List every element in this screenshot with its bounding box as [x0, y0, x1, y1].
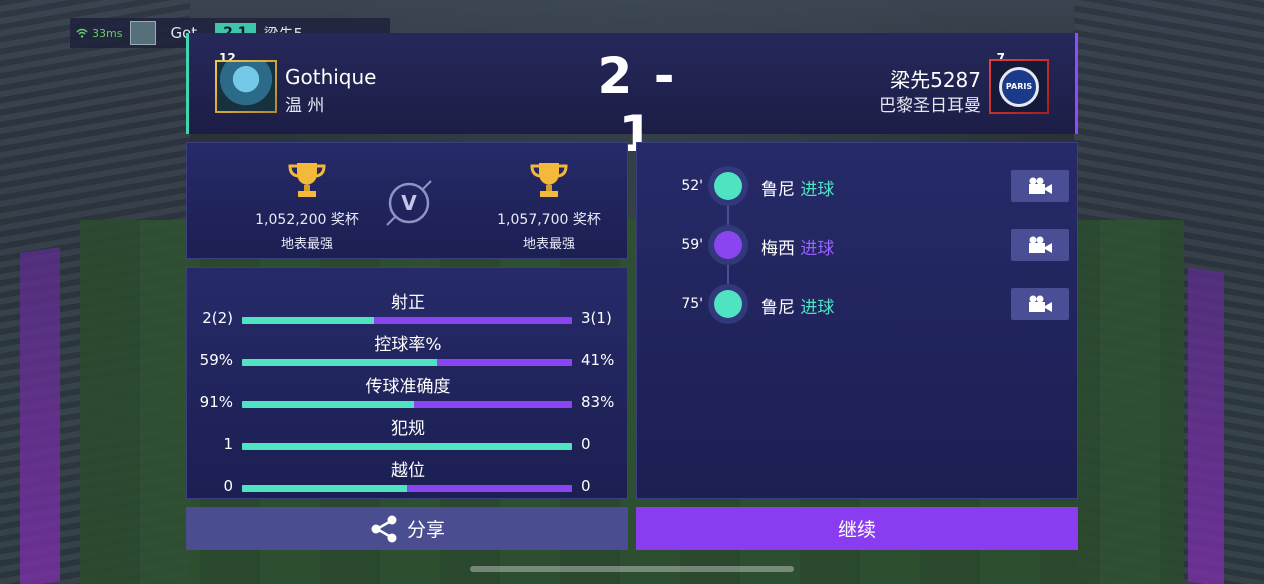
event-row: 75' 鲁尼 进球	[637, 284, 1079, 324]
event-player: 梅西	[761, 239, 795, 259]
event-description: 鲁尼 进球	[761, 175, 834, 200]
timeline-connector	[727, 205, 729, 227]
replay-button[interactable]	[1011, 170, 1069, 202]
event-player: 鲁尼	[761, 298, 795, 318]
match-result-header: 12 Gothique 温 州 2 - 1 7 梁先5287 巴黎圣日耳曼 PA…	[186, 33, 1078, 163]
versus-label: V	[401, 191, 417, 215]
event-description: 梅西 进球	[761, 234, 834, 259]
stat-bar	[242, 317, 572, 324]
home-avatar-image	[217, 62, 275, 111]
stat-away-value: 83%	[581, 393, 615, 411]
away-rank-title: 地表最强	[522, 237, 575, 252]
stat-bar-home-fill	[242, 317, 374, 324]
match-events-panel: 52' 鲁尼 进球 59' 梅西 进球 75' 鲁尼 进球	[636, 142, 1078, 499]
share-button[interactable]: 分享	[186, 507, 628, 550]
event-type: 进球	[800, 180, 835, 200]
event-player: 鲁尼	[761, 180, 795, 200]
away-player-name: 梁先5287	[890, 68, 981, 92]
home-rank-title: 地表最强	[280, 237, 333, 252]
stat-home-value: 0	[223, 477, 233, 495]
home-trophy-count: 1,052,200 奖杯	[255, 212, 359, 228]
stat-bar	[242, 485, 572, 492]
away-avatar[interactable]: PARIS	[989, 59, 1049, 114]
match-stats-panel: 射正 2(2) 3(1) 控球率% 59% 41% 传球准确度 91% 83% …	[186, 267, 628, 499]
stat-away-value: 3(1)	[581, 309, 612, 327]
goal-icon	[708, 166, 748, 206]
timeline-connector	[727, 263, 729, 285]
versus-icon: V	[385, 179, 433, 227]
stat-bar	[242, 359, 572, 366]
event-minute: 59'	[681, 237, 703, 253]
goal-icon	[708, 225, 748, 265]
club-crest-icon: PARIS	[999, 66, 1039, 107]
stat-row-pass-accuracy: 传球准确度 91% 83%	[187, 372, 629, 412]
away-avatar-frame: PARIS	[991, 61, 1047, 112]
ad-board-left	[20, 247, 60, 584]
video-camera-icon	[1029, 295, 1052, 312]
stat-label: 射正	[391, 293, 425, 313]
stat-bar-home-fill	[242, 443, 572, 450]
soccer-ball-icon	[714, 290, 742, 318]
stat-bar	[242, 401, 572, 408]
stat-away-value: 41%	[581, 351, 615, 369]
stat-away-value: 0	[581, 477, 591, 495]
ping-indicator: 33ms	[76, 27, 122, 40]
mini-home-avatar	[130, 21, 157, 45]
stat-row-possession: 控球率% 59% 41%	[187, 330, 629, 370]
continue-label: 继续	[837, 520, 876, 541]
share-icon	[371, 515, 397, 542]
stat-away-value: 0	[581, 435, 591, 453]
stat-home-value: 2(2)	[202, 309, 233, 327]
event-type: 进球	[800, 298, 835, 318]
stat-row-offsides: 越位 0 0	[187, 456, 629, 496]
home-indicator-bar[interactable]	[470, 566, 794, 572]
soccer-ball-icon	[714, 231, 742, 259]
home-player-name: Gothique	[285, 65, 377, 89]
trophy-icon	[288, 163, 326, 197]
continue-button[interactable]: 继续	[636, 507, 1078, 550]
home-trophies: 1,052,200 奖杯 地表最强	[227, 161, 387, 252]
ping-value: 33ms	[92, 26, 123, 40]
home-avatar[interactable]	[215, 60, 277, 113]
stat-bar-home-fill	[242, 359, 437, 366]
event-type: 进球	[800, 239, 835, 259]
video-camera-icon	[1029, 177, 1052, 194]
stat-row-fouls: 犯规 1 0	[187, 414, 629, 454]
away-trophies: 1,057,700 奖杯 地表最强	[469, 161, 629, 252]
event-description: 鲁尼 进球	[761, 293, 834, 318]
stat-bar	[242, 443, 572, 450]
share-label: 分享	[406, 520, 445, 541]
stat-bar-home-fill	[242, 485, 407, 492]
replay-button[interactable]	[1011, 229, 1069, 261]
video-camera-icon	[1029, 236, 1052, 253]
replay-button[interactable]	[1011, 288, 1069, 320]
stat-label: 越位	[391, 461, 425, 481]
event-minute: 75'	[681, 296, 703, 312]
event-minute: 52'	[681, 178, 703, 194]
stat-row-shots-on-target: 射正 2(2) 3(1)	[187, 288, 629, 328]
stat-bar-home-fill	[242, 401, 414, 408]
event-row: 52' 鲁尼 进球	[637, 166, 1079, 206]
wifi-icon	[76, 28, 88, 38]
trophy-icon	[530, 163, 568, 197]
stat-home-value: 91%	[199, 393, 233, 411]
trophy-panel: 1,052,200 奖杯 地表最强 V 1,057,700 奖杯 地表最强	[186, 142, 628, 259]
stat-label: 控球率%	[374, 335, 442, 355]
stat-label: 传球准确度	[365, 377, 451, 397]
away-trophy-count: 1,057,700 奖杯	[497, 212, 601, 228]
stat-home-value: 59%	[199, 351, 233, 369]
stat-label: 犯规	[391, 419, 425, 439]
away-club-name: 巴黎圣日耳曼	[879, 96, 981, 116]
club-crest-text: PARIS	[1005, 82, 1033, 91]
event-row: 59' 梅西 进球	[637, 225, 1079, 265]
home-player-city: 温 州	[285, 96, 325, 116]
ad-board-right	[1188, 267, 1224, 584]
stat-home-value: 1	[223, 435, 233, 453]
soccer-ball-icon	[714, 172, 742, 200]
goal-icon	[708, 284, 748, 324]
